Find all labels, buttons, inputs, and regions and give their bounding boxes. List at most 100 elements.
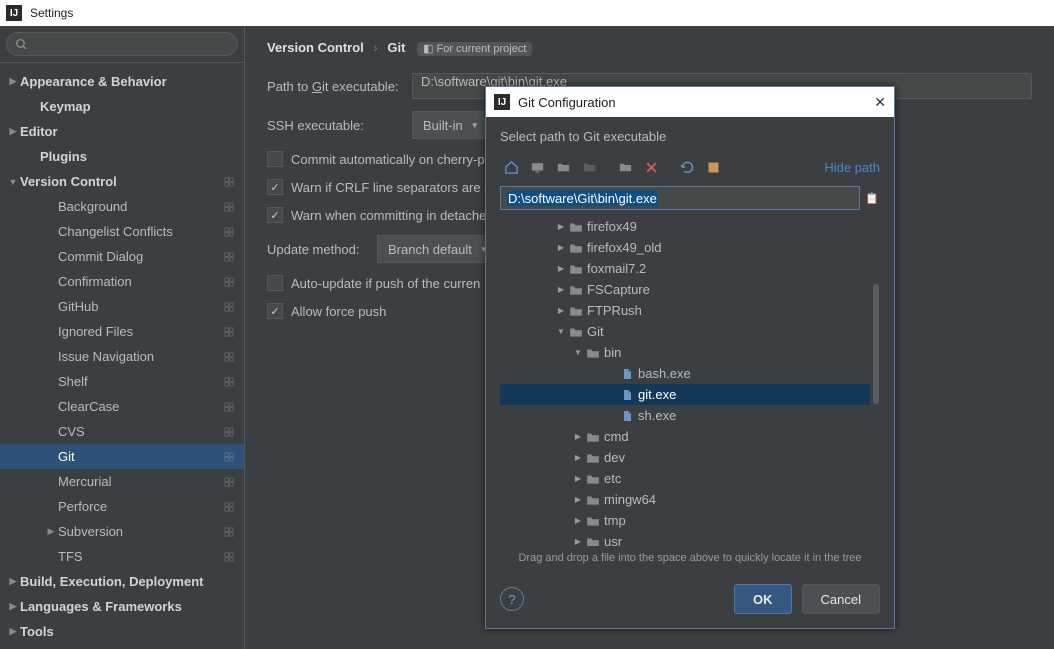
sidebar-item-tools[interactable]: ▶Tools	[0, 619, 244, 644]
crumb-scope: ◧ For current project	[417, 42, 532, 56]
ck-crlf[interactable]	[267, 179, 283, 195]
sidebar-item-tfs[interactable]: TFS	[0, 544, 244, 569]
sidebar-item-build-execution-deployment[interactable]: ▶Build, Execution, Deployment	[0, 569, 244, 594]
sidebar-item-label: Editor	[20, 124, 236, 139]
project-scope-icon	[222, 500, 236, 514]
app-icon: IJ	[6, 5, 22, 21]
search-input[interactable]	[6, 32, 238, 56]
delete-icon[interactable]	[640, 156, 662, 178]
project-scope-icon	[222, 525, 236, 539]
ck-detached[interactable]	[267, 207, 283, 223]
show-hidden-icon[interactable]	[702, 156, 724, 178]
sidebar-item-mercurial[interactable]: Mercurial	[0, 469, 244, 494]
caret-icon: ▶	[6, 126, 20, 137]
sidebar-item-label: TFS	[58, 549, 218, 564]
ck-cherry[interactable]	[267, 151, 283, 167]
help-icon[interactable]: ?	[500, 587, 524, 611]
file-label: bash.exe	[638, 366, 691, 381]
folder-tmp[interactable]: ▶tmp	[500, 510, 870, 531]
sidebar-item-version-control[interactable]: ▼Version Control	[0, 169, 244, 194]
sidebar-item-plugins[interactable]: Plugins	[0, 144, 244, 169]
sidebar-item-label: Background	[58, 199, 218, 214]
folder-git[interactable]: ▼Git	[500, 321, 870, 342]
sidebar-item-shelf[interactable]: Shelf	[0, 369, 244, 394]
sidebar-item-background[interactable]: Background	[0, 194, 244, 219]
sidebar-item-confirmation[interactable]: Confirmation	[0, 269, 244, 294]
sidebar-item-changelist-conflicts[interactable]: Changelist Conflicts	[0, 219, 244, 244]
scrollbar[interactable]	[872, 216, 880, 546]
sidebar-item-languages-frameworks[interactable]: ▶Languages & Frameworks	[0, 594, 244, 619]
ok-button[interactable]: OK	[734, 584, 792, 614]
folder-mingw64[interactable]: ▶mingw64	[500, 489, 870, 510]
file-label: etc	[604, 471, 621, 486]
history-icon[interactable]: 📋	[864, 188, 880, 208]
label-git-path: Path to Git executable:	[267, 79, 412, 94]
file-label: mingw64	[604, 492, 656, 507]
caret-icon: ▶	[555, 264, 567, 273]
module-icon[interactable]	[578, 156, 600, 178]
folder-icon	[584, 473, 602, 485]
project-scope-icon	[222, 225, 236, 239]
project-scope-icon	[222, 375, 236, 389]
sidebar-item-label: Confirmation	[58, 274, 218, 289]
desktop-icon[interactable]	[526, 156, 548, 178]
dialog-titlebar[interactable]: IJ Git Configuration ✕	[486, 87, 894, 117]
file-label: foxmail7.2	[587, 261, 646, 276]
file-tree[interactable]: ▶firefox49▶firefox49_old▶foxmail7.2▶FSCa…	[500, 216, 880, 546]
sidebar-item-appearance-behavior[interactable]: ▶Appearance & Behavior	[0, 69, 244, 94]
crumb-b[interactable]: Git	[387, 40, 405, 55]
hide-path-link[interactable]: Hide path	[824, 160, 880, 175]
sidebar-item-cvs[interactable]: CVS	[0, 419, 244, 444]
sidebar-item-subversion[interactable]: ▶Subversion	[0, 519, 244, 544]
file-git-exe[interactable]: git.exe	[500, 384, 870, 405]
settings-tree[interactable]: ▶Appearance & BehaviorKeymap▶EditorPlugi…	[0, 63, 244, 649]
folder-icon	[567, 305, 585, 317]
sidebar-item-perforce[interactable]: Perforce	[0, 494, 244, 519]
file-label: firefox49	[587, 219, 637, 234]
sidebar-item-label: Mercurial	[58, 474, 218, 489]
path-input[interactable]: D:\software\Git\bin\git.exe	[500, 186, 860, 210]
ck-autoupd[interactable]	[267, 275, 283, 291]
sidebar-item-git[interactable]: Git	[0, 444, 244, 469]
new-folder-icon[interactable]	[614, 156, 636, 178]
folder-cmd[interactable]: ▶cmd	[500, 426, 870, 447]
file-label: Git	[587, 324, 604, 339]
file-label: usr	[604, 534, 622, 546]
sidebar-item-commit-dialog[interactable]: Commit Dialog	[0, 244, 244, 269]
sidebar-item-label: Shelf	[58, 374, 218, 389]
caret-icon: ▼	[6, 177, 20, 187]
sidebar-item-github[interactable]: GitHub	[0, 294, 244, 319]
file-label: FSCapture	[587, 282, 650, 297]
file-icon	[618, 389, 636, 401]
scroll-thumb[interactable]	[873, 284, 879, 404]
lbl-force: Allow force push	[291, 304, 386, 319]
ck-force[interactable]	[267, 303, 283, 319]
sidebar-item-issue-navigation[interactable]: Issue Navigation	[0, 344, 244, 369]
folder-bin[interactable]: ▼bin	[500, 342, 870, 363]
project-icon[interactable]	[552, 156, 574, 178]
folder-fscapture[interactable]: ▶FSCapture	[500, 279, 870, 300]
folder-etc[interactable]: ▶ etc	[500, 468, 870, 489]
folder-usr[interactable]: ▶usr	[500, 531, 870, 546]
sidebar-item-keymap[interactable]: Keymap	[0, 94, 244, 119]
refresh-icon[interactable]	[676, 156, 698, 178]
sidebar-item-editor[interactable]: ▶Editor	[0, 119, 244, 144]
combo-update[interactable]: Branch default▼	[377, 235, 497, 263]
window-titlebar[interactable]: IJ Settings	[0, 0, 1054, 26]
caret-icon: ▶	[572, 474, 584, 483]
file-bash-exe[interactable]: bash.exe	[500, 363, 870, 384]
sidebar-item-ignored-files[interactable]: Ignored Files	[0, 319, 244, 344]
folder-firefox49[interactable]: ▶firefox49	[500, 216, 870, 237]
home-icon[interactable]	[500, 156, 522, 178]
folder-firefox49-old[interactable]: ▶firefox49_old	[500, 237, 870, 258]
folder-dev[interactable]: ▶dev	[500, 447, 870, 468]
folder-foxmail7-2[interactable]: ▶ foxmail7.2	[500, 258, 870, 279]
crumb-a[interactable]: Version Control	[267, 40, 364, 55]
file-sh-exe[interactable]: sh.exe	[500, 405, 870, 426]
label-ssh: SSH executable:	[267, 118, 412, 133]
sidebar-item-clearcase[interactable]: ClearCase	[0, 394, 244, 419]
dialog-git-config: IJ Git Configuration ✕ Select path to Gi…	[485, 86, 895, 629]
close-icon[interactable]: ✕	[874, 94, 886, 111]
cancel-button[interactable]: Cancel	[802, 584, 880, 614]
folder-ftprush[interactable]: ▶FTPRush	[500, 300, 870, 321]
